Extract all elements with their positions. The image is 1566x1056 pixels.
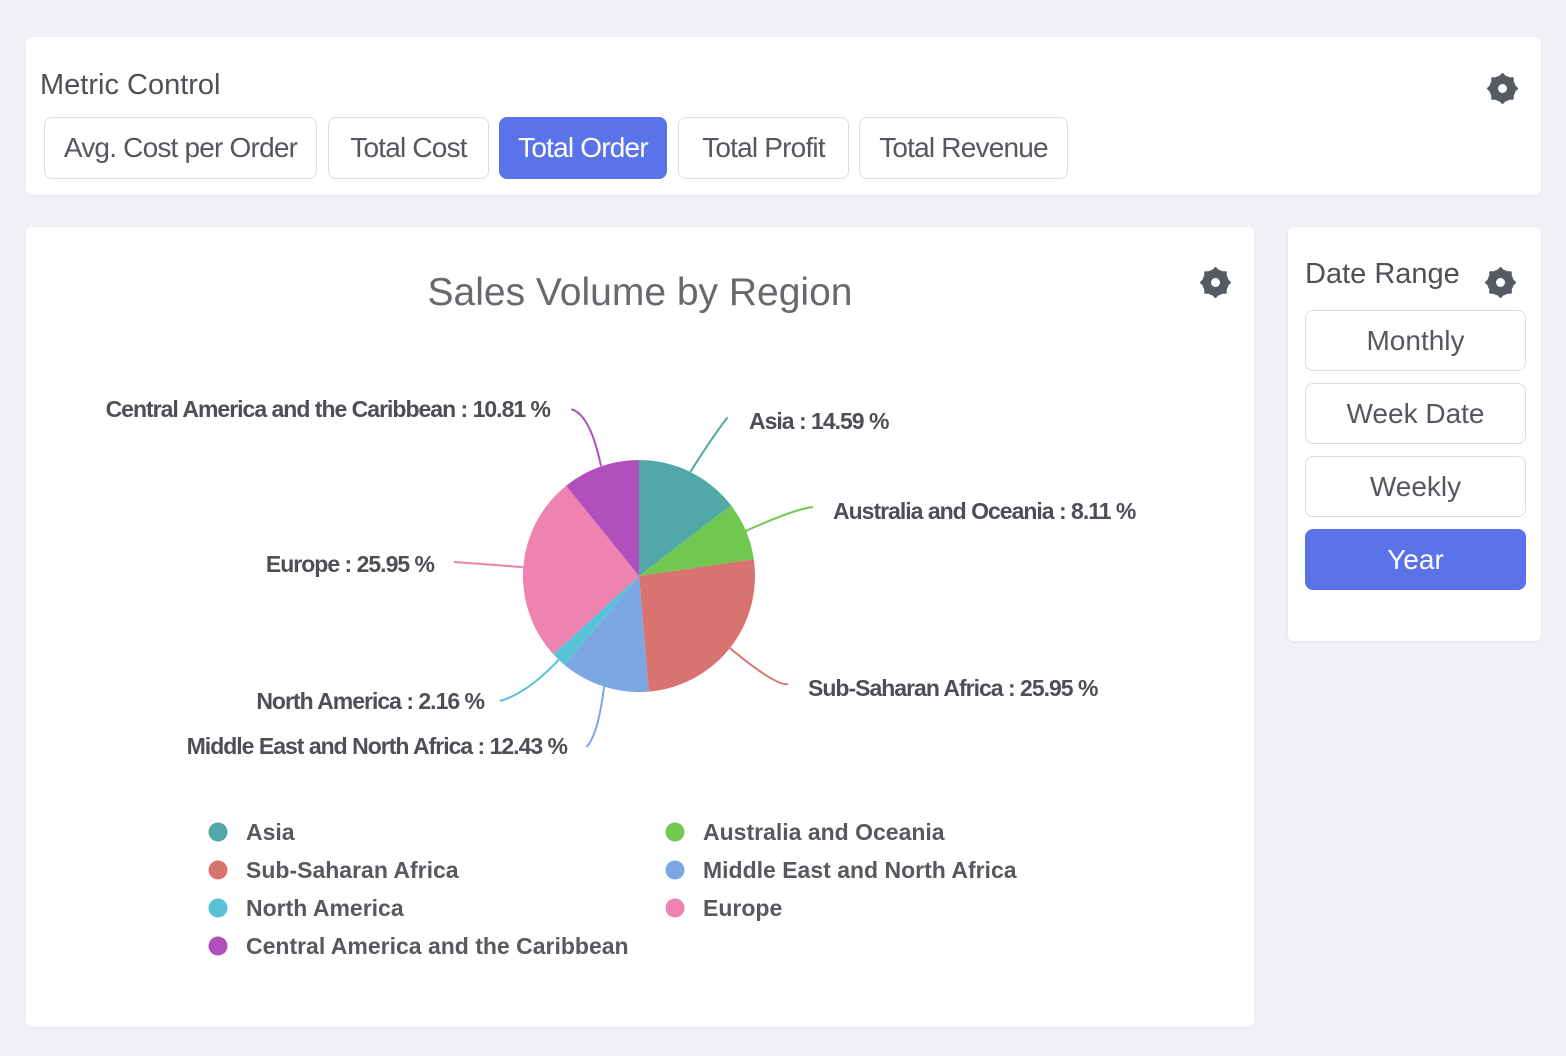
svg-text:Sub-Saharan Africa: Sub-Saharan Africa	[246, 857, 459, 883]
svg-text:Asia: Asia	[246, 819, 295, 845]
svg-text:Europe: Europe	[703, 895, 782, 921]
svg-text:Europe : 25.95 %: Europe : 25.95 %	[266, 551, 435, 577]
svg-text:Sales Volume by Region: Sales Volume by Region	[428, 271, 853, 314]
svg-text:Middle East and North Africa :: Middle East and North Africa : 12.43 %	[187, 733, 568, 759]
svg-text:Central America and the Caribb: Central America and the Caribbean	[246, 933, 629, 959]
svg-text:North America : 2.16 %: North America : 2.16 %	[256, 688, 484, 714]
svg-text:North America: North America	[246, 895, 404, 921]
svg-text:Australia and Oceania : 8.11 %: Australia and Oceania : 8.11 %	[833, 498, 1136, 524]
svg-text:Australia and Oceania: Australia and Oceania	[703, 819, 945, 845]
svg-text:Middle East and North Africa: Middle East and North Africa	[703, 857, 1017, 883]
svg-text:Sub-Saharan Africa : 25.95 %: Sub-Saharan Africa : 25.95 %	[808, 675, 1098, 701]
svg-text:Asia : 14.59 %: Asia : 14.59 %	[749, 408, 889, 434]
svg-text:Central America and the Caribb: Central America and the Caribbean : 10.8…	[106, 396, 551, 422]
